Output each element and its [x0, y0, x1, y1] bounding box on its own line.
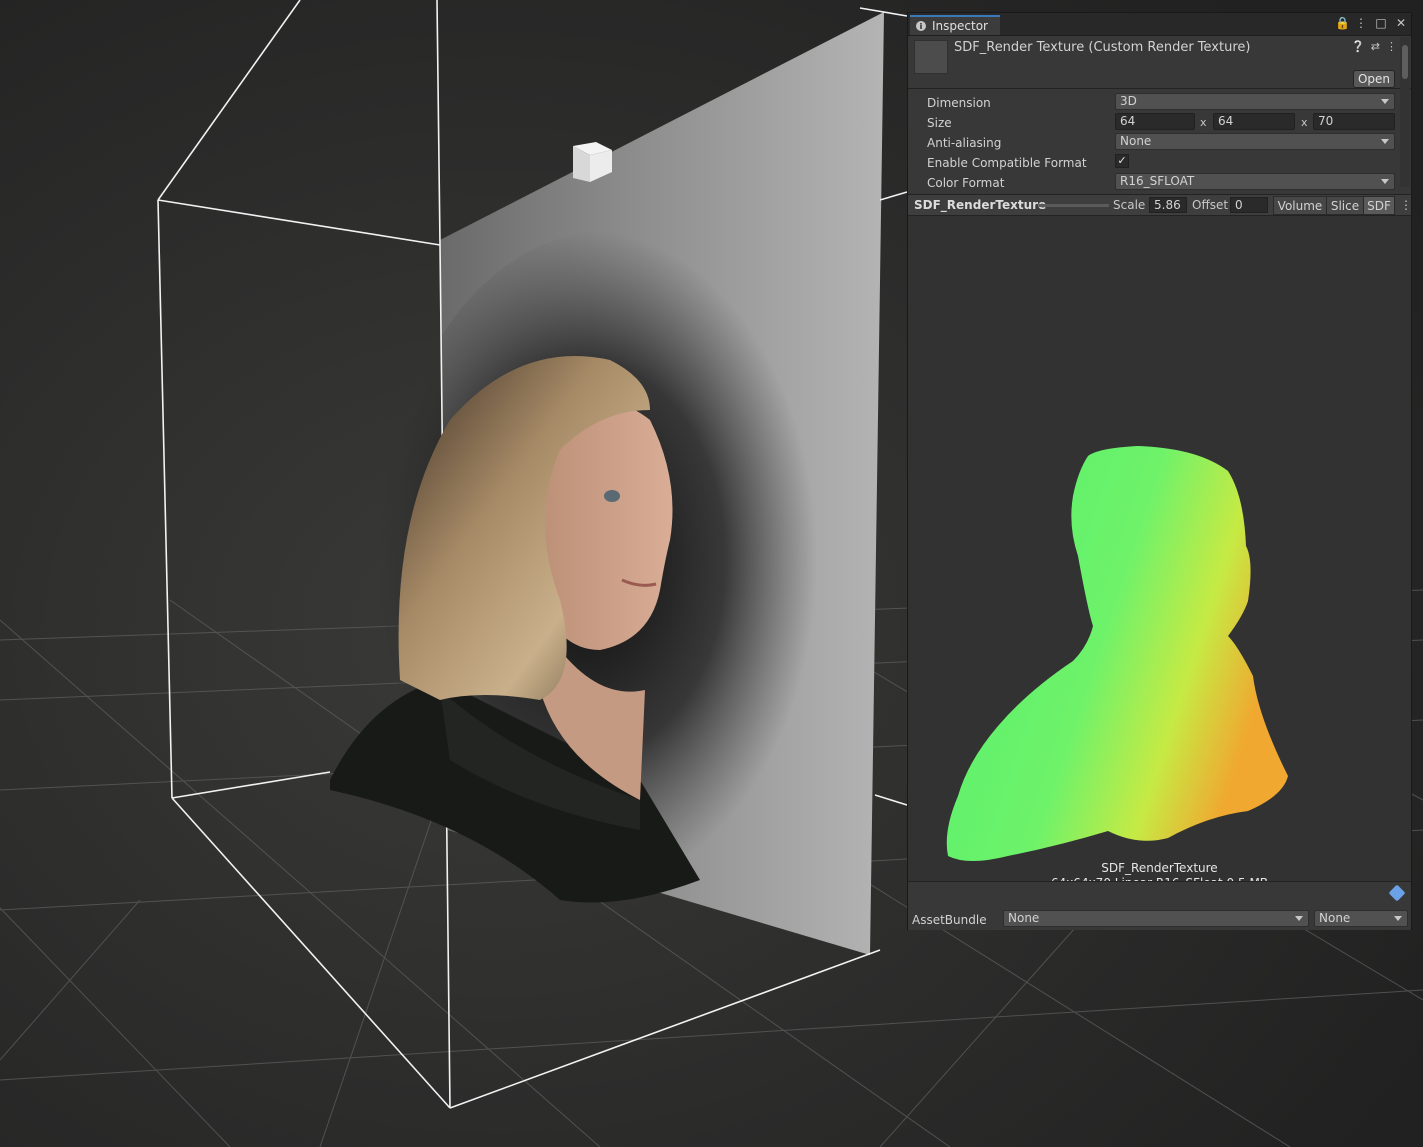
assetbundle-variant-value: None	[1319, 911, 1351, 925]
compatible-format-label: Enable Compatible Format	[927, 156, 1087, 170]
preview-name: SDF_RenderTexture	[914, 198, 1047, 212]
size-x-field[interactable]: 64	[1115, 113, 1195, 130]
sdf-preview-render	[946, 446, 1288, 861]
color-format-dropdown[interactable]: R16_SFLOAT	[1115, 173, 1395, 190]
dimension-value: 3D	[1120, 94, 1137, 108]
maximize-icon[interactable]: □	[1375, 16, 1387, 30]
dimension-label: Dimension	[927, 96, 991, 110]
label-tag-icon[interactable]	[1388, 884, 1406, 902]
volume-button[interactable]: Volume	[1273, 196, 1327, 215]
info-icon: i	[916, 21, 926, 31]
assetbundle-label: AssetBundle	[912, 913, 987, 927]
preview-area[interactable]: SDF_RenderTexture 64x64x70 Linear R16_SF…	[908, 216, 1411, 890]
lock-icon[interactable]: 🔒	[1335, 16, 1350, 30]
chevron-down-icon	[1394, 916, 1402, 921]
sdf-button[interactable]: SDF	[1363, 196, 1395, 215]
inspector-window: i Inspector 🔒 ⋮ □ ✕ SDF_Render Texture (…	[907, 12, 1412, 930]
asset-header: SDF_Render Texture (Custom Render Textur…	[908, 36, 1411, 89]
anti-aliasing-value: None	[1120, 134, 1152, 148]
properties-panel: Dimension 3D Size 64 x 64 x 70 Anti-alia…	[908, 89, 1411, 205]
chevron-down-icon	[1381, 179, 1389, 184]
size-separator: x	[1200, 116, 1207, 129]
assetbundle-name-value: None	[1008, 911, 1040, 925]
help-icon[interactable]: ❔	[1351, 40, 1365, 53]
preview-drag-handle[interactable]	[1039, 204, 1109, 207]
preset-icon[interactable]: ⇄	[1371, 40, 1380, 53]
dimension-dropdown[interactable]: 3D	[1115, 93, 1395, 110]
scale-label: Scale	[1113, 198, 1146, 212]
slice-button[interactable]: Slice	[1326, 196, 1364, 215]
assetbundle-name-dropdown[interactable]: None	[1003, 910, 1309, 927]
anti-aliasing-dropdown[interactable]: None	[1115, 133, 1395, 150]
offset-field[interactable]: 0	[1230, 197, 1268, 213]
preview-caption-name: SDF_RenderTexture	[1101, 861, 1218, 875]
size-separator: x	[1301, 116, 1308, 129]
size-z-field[interactable]: 70	[1313, 113, 1395, 130]
close-icon[interactable]: ✕	[1395, 16, 1407, 30]
compatible-format-checkbox[interactable]: ✓	[1115, 154, 1129, 168]
anti-aliasing-row: Anti-aliasing None	[908, 133, 1398, 153]
more-icon[interactable]: ⋮	[1386, 40, 1397, 53]
preview-toolbar: SDF_RenderTexture Scale 5.86 Offset 0 Vo…	[908, 194, 1412, 216]
compatible-format-row: Enable Compatible Format ✓	[908, 153, 1398, 173]
chevron-down-icon	[1381, 99, 1389, 104]
size-label: Size	[927, 116, 952, 130]
color-format-label: Color Format	[927, 176, 1005, 190]
offset-label: Offset	[1192, 198, 1229, 212]
asset-title: SDF_Render Texture (Custom Render Textur…	[954, 40, 1251, 55]
assetbundle-section: AssetBundle None None	[908, 881, 1411, 930]
dimension-row: Dimension 3D	[908, 93, 1398, 113]
more-icon[interactable]: ⋮	[1400, 198, 1412, 212]
tab-inspector-label: Inspector	[932, 19, 988, 33]
scale-field[interactable]: 5.86	[1149, 197, 1187, 213]
more-icon[interactable]: ⋮	[1355, 16, 1367, 30]
size-y-field[interactable]: 64	[1213, 113, 1295, 130]
size-row: Size 64 x 64 x 70	[908, 113, 1398, 133]
color-format-value: R16_SFLOAT	[1120, 174, 1195, 188]
scrollbar-thumb[interactable]	[1402, 45, 1408, 79]
inspector-tabbar: i Inspector 🔒 ⋮ □ ✕	[908, 13, 1411, 36]
tab-inspector[interactable]: i Inspector	[910, 15, 1000, 35]
chevron-down-icon	[1381, 139, 1389, 144]
inspector-scrollbar[interactable]	[1400, 37, 1410, 187]
sdf-bust-silhouette	[946, 446, 1288, 861]
open-button[interactable]: Open	[1353, 70, 1395, 88]
color-format-row: Color Format R16_SFLOAT	[908, 173, 1398, 193]
assetbundle-variant-dropdown[interactable]: None	[1314, 910, 1408, 927]
chevron-down-icon	[1295, 916, 1303, 921]
asset-thumbnail	[914, 40, 948, 74]
anti-aliasing-label: Anti-aliasing	[927, 136, 1002, 150]
